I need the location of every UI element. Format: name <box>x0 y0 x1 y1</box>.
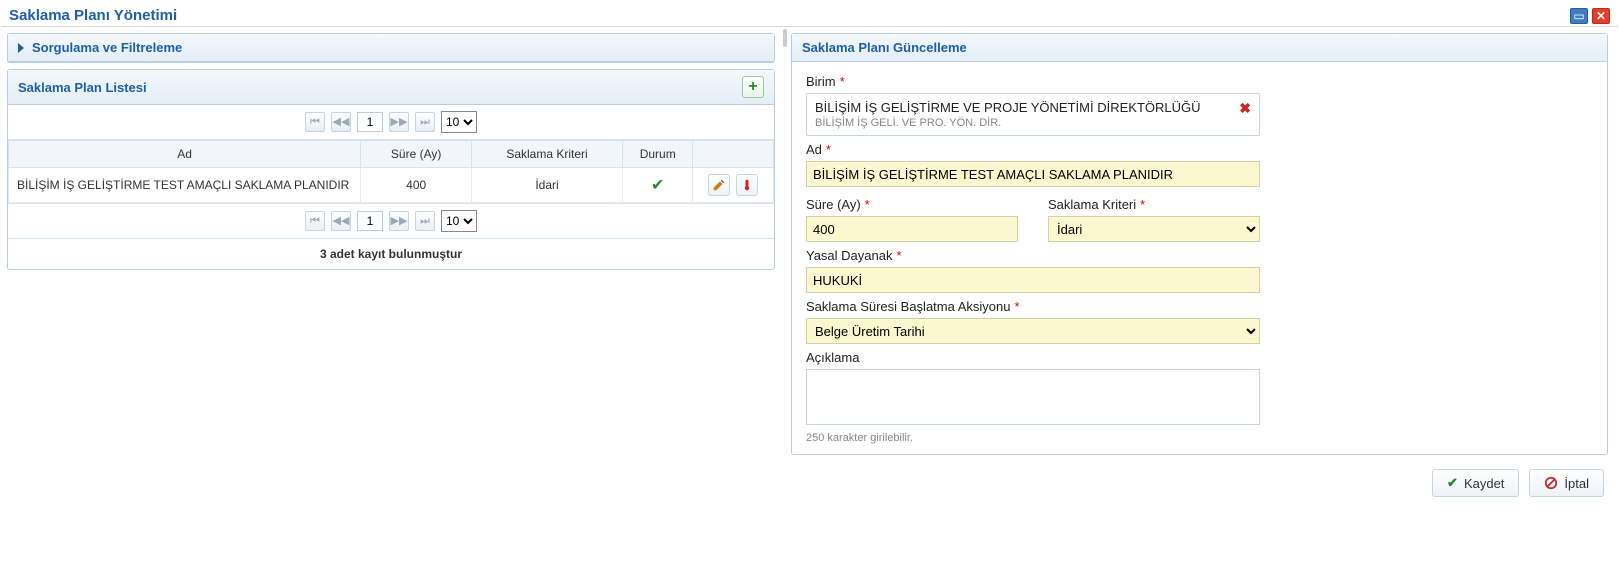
cell-durum: ✔ <box>623 168 693 203</box>
save-button[interactable]: ✔ Kaydet <box>1432 469 1519 497</box>
col-ad: Ad <box>9 141 361 168</box>
filter-panel-title: Sorgulama ve Filtreleme <box>32 40 182 55</box>
label-aciklama: Açıklama <box>806 350 1593 365</box>
aksiyon-select[interactable]: Belge Üretim Tarihi <box>806 318 1260 344</box>
form-footer: ✔ Kaydet İptal <box>791 461 1608 499</box>
col-kriter: Saklama Kriteri <box>472 141 623 168</box>
data-table: Ad Süre (Ay) Saklama Kriteri Durum BİLİŞ… <box>8 140 774 203</box>
ad-input[interactable] <box>806 161 1260 187</box>
form-body: Birim* ✖ BİLİŞİM İŞ GELİŞTİRME VE PROJE … <box>792 62 1607 454</box>
pencil-icon <box>712 178 726 192</box>
col-durum: Durum <box>623 141 693 168</box>
aciklama-hint: 250 karakter girilebilir. <box>806 432 1593 444</box>
page-size-select-2[interactable]: 10 <box>441 210 477 232</box>
update-panel-header: Saklama Planı Güncelleme <box>792 34 1607 62</box>
cell-kriter: İdari <box>472 168 623 203</box>
clear-birim-icon[interactable]: ✖ <box>1239 100 1251 117</box>
paginator-top: ⏮ ◀◀ ▶▶ ⏭ 10 <box>8 105 774 140</box>
list-panel-header: Saklama Plan Listesi + <box>8 70 774 105</box>
table-row[interactable]: BİLİŞİM İŞ GELİŞTİRME TEST AMAÇLI SAKLAM… <box>9 168 774 203</box>
page-next-button[interactable]: ▶▶ <box>389 112 409 132</box>
splitter[interactable] <box>781 27 789 505</box>
add-button[interactable]: + <box>742 76 764 98</box>
page-size-select[interactable]: 10 <box>441 111 477 133</box>
birim-field[interactable]: ✖ BİLİŞİM İŞ GELİŞTİRME VE PROJE YÖNETİM… <box>806 93 1260 136</box>
page-last-button-2[interactable]: ⏭ <box>415 211 435 231</box>
update-panel: Saklama Planı Güncelleme Birim* ✖ BİLİŞİ… <box>791 33 1608 455</box>
label-birim: Birim* <box>806 74 1593 89</box>
title-bar: Saklama Planı Yönetimi ▭ ✕ <box>1 1 1618 27</box>
page-prev-button-2[interactable]: ◀◀ <box>331 211 351 231</box>
label-ad: Ad* <box>806 142 1593 157</box>
page-next-button-2[interactable]: ▶▶ <box>389 211 409 231</box>
page-number-input-2[interactable] <box>357 211 383 231</box>
cancel-icon <box>1544 476 1558 490</box>
page-first-button[interactable]: ⏮ <box>305 112 325 132</box>
list-panel-title: Saklama Plan Listesi <box>18 80 147 95</box>
label-yasal: Yasal Dayanak* <box>806 248 1593 263</box>
check-icon: ✔ <box>1447 475 1458 491</box>
update-panel-title: Saklama Planı Güncelleme <box>802 40 967 55</box>
splitter-grip-icon <box>783 29 787 47</box>
filter-panel-header[interactable]: Sorgulama ve Filtreleme <box>8 34 774 62</box>
record-count: 3 adet kayıt bulunmuştur <box>8 238 774 269</box>
paginator-bottom: ⏮ ◀◀ ▶▶ ⏭ 10 <box>8 203 774 238</box>
chevron-right-icon <box>18 43 24 53</box>
cell-sure: 400 <box>361 168 472 203</box>
save-button-label: Kaydet <box>1464 476 1504 491</box>
close-icon[interactable]: ✕ <box>1592 8 1610 24</box>
birim-sub: BİLİŞİM İŞ GELİ. VE PRO. YÖN. DİR. <box>815 117 1251 129</box>
col-sure: Süre (Ay) <box>361 141 472 168</box>
title-actions: ▭ ✕ <box>1570 8 1610 24</box>
label-kriter: Saklama Kriteri* <box>1048 197 1260 212</box>
delete-button[interactable] <box>736 174 758 196</box>
sure-input[interactable] <box>806 216 1018 242</box>
page-title: Saklama Planı Yönetimi <box>9 7 177 24</box>
kriter-select[interactable]: İdari <box>1048 216 1260 242</box>
birim-value: BİLİŞİM İŞ GELİŞTİRME VE PROJE YÖNETİMİ … <box>815 100 1251 115</box>
minimize-icon[interactable]: ▭ <box>1570 8 1588 24</box>
right-column: Saklama Planı Güncelleme Birim* ✖ BİLİŞİ… <box>789 27 1618 505</box>
label-aksiyon: Saklama Süresi Başlatma Aksiyonu* <box>806 299 1593 314</box>
page-last-button[interactable]: ⏭ <box>415 112 435 132</box>
page-prev-button[interactable]: ◀◀ <box>331 112 351 132</box>
cell-actions <box>693 168 774 203</box>
cancel-button-label: İptal <box>1564 476 1589 491</box>
thermometer-icon <box>741 178 753 192</box>
cancel-button[interactable]: İptal <box>1529 469 1604 497</box>
list-panel: Saklama Plan Listesi + ⏮ ◀◀ ▶▶ ⏭ 10 <box>7 69 775 270</box>
yasal-input[interactable] <box>806 267 1260 293</box>
page-first-button-2[interactable]: ⏮ <box>305 211 325 231</box>
col-actions <box>693 141 774 168</box>
status-active-icon: ✔ <box>651 177 664 194</box>
page-number-input[interactable] <box>357 112 383 132</box>
label-sure: Süre (Ay)* <box>806 197 1018 212</box>
left-column: Sorgulama ve Filtreleme Saklama Plan Lis… <box>1 27 781 505</box>
plus-icon: + <box>748 79 757 95</box>
aciklama-textarea[interactable] <box>806 369 1260 425</box>
filter-panel: Sorgulama ve Filtreleme <box>7 33 775 63</box>
cell-ad: BİLİŞİM İŞ GELİŞTİRME TEST AMAÇLI SAKLAM… <box>9 168 361 203</box>
edit-button[interactable] <box>708 174 730 196</box>
